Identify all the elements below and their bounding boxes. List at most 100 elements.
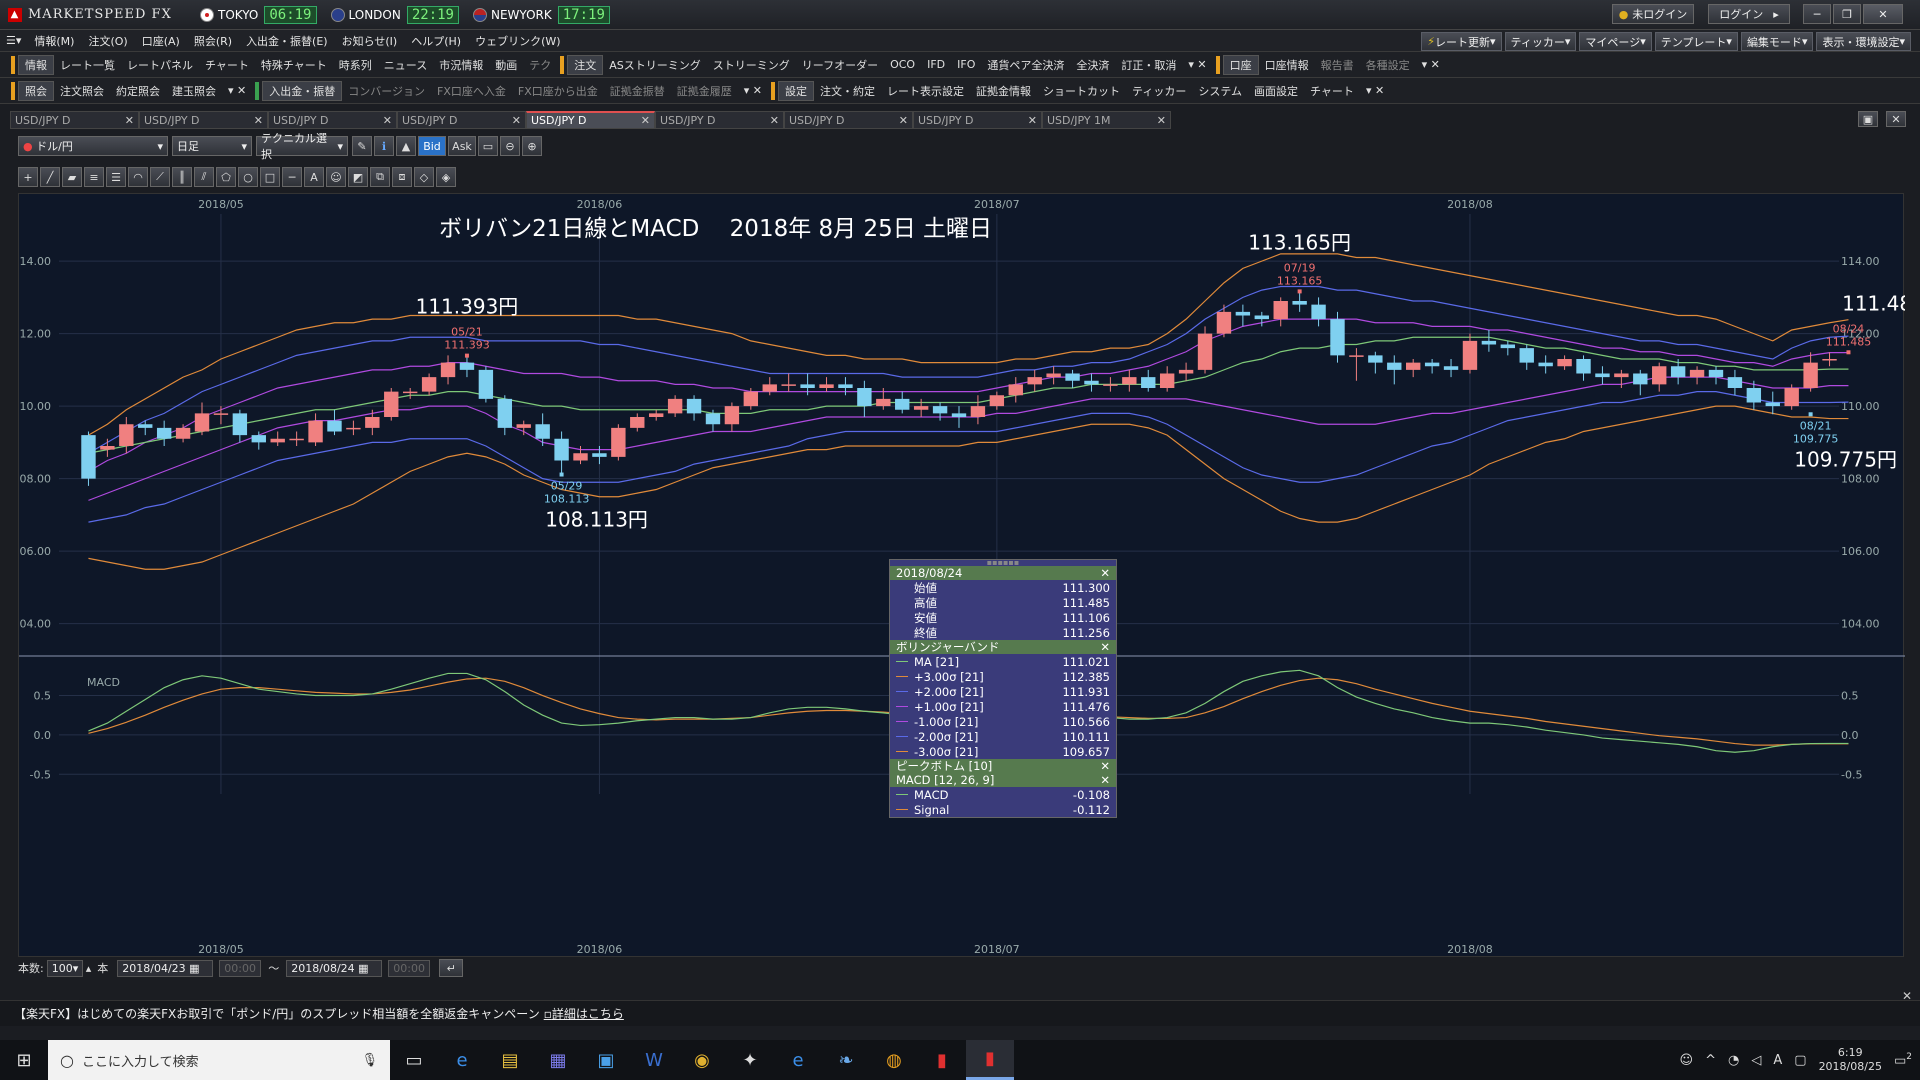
layer-icon[interactable]: ◩ [348,167,368,187]
tool-ticker[interactable]: ティッカー [1126,83,1192,99]
marketspeed-icon[interactable]: ▮ [918,1040,966,1080]
login-button[interactable]: ログイン ▸ [1708,4,1790,24]
tool-fx-withdraw[interactable]: FX口座から出金 [512,83,604,99]
pen-icon[interactable]: ✎ [352,136,372,156]
dropdown-icon[interactable]: ▾ ✕ [222,84,252,97]
count-input[interactable]: 100 ▾ [46,959,83,977]
vertical-lines-icon[interactable]: ║ [172,167,192,187]
menu-inquiry[interactable]: 照会(R) [187,33,239,49]
crosshair-icon[interactable]: + [18,167,38,187]
dropdown-icon[interactable]: ▾ ✕ [1416,58,1446,71]
word-icon[interactable]: W [630,1040,678,1080]
chart-tab[interactable]: USD/JPY D ✕ [10,111,139,129]
tool-margin-history[interactable]: 証拠金履歴 [671,83,738,99]
tool-fx-deposit[interactable]: FX口座へ入金 [431,83,512,99]
tool-all-settle[interactable]: 全決済 [1070,57,1115,73]
tool-margin-info[interactable]: 証拠金情報 [970,83,1037,99]
count-stepper-icon[interactable]: ▴ [86,962,92,975]
calculator-icon[interactable]: ▦ [534,1040,582,1080]
ime-icon[interactable]: A [1773,1053,1782,1068]
tool-settings[interactable]: 各種設定 [1360,57,1416,73]
fibonacci-arc-icon[interactable]: ◠ [128,167,148,187]
close-tab-icon[interactable]: ✕ [512,114,521,127]
tool-rate-display[interactable]: レート表示設定 [881,83,970,99]
windows-start-icon[interactable]: ⊞ [0,1040,48,1080]
tool-pair-settle[interactable]: 通貨ペア全決済 [981,57,1070,73]
tool-margin-transfer[interactable]: 証拠金振替 [604,83,671,99]
close-icon[interactable]: ✕ [1100,773,1110,787]
chart-type-icon[interactable]: ▭ [478,136,498,156]
feather-icon[interactable]: ❧ [822,1040,870,1080]
icon-stamp-icon[interactable]: ☺ [326,167,346,187]
tool-report[interactable]: 報告書 [1315,57,1360,73]
eraser-icon[interactable]: ◇ [414,167,434,187]
menu-order[interactable]: 注文(O) [81,33,134,49]
close-icon[interactable]: ✕ [1100,566,1110,580]
bird-icon[interactable]: ✦ [726,1040,774,1080]
close-window-button[interactable]: ✕ [1863,4,1903,24]
menu-help[interactable]: ヘルプ(H) [404,33,468,49]
chart-tab[interactable]: USD/JPY D ✕ [913,111,1042,129]
tool-news[interactable]: ニュース [378,57,433,73]
dropdown-icon[interactable]: ▾ ✕ [738,84,768,97]
copy-icon[interactable]: ⧉ [370,167,390,187]
tool-as-streaming[interactable]: ASストリーミング [603,57,707,73]
speaker-icon[interactable]: ◁ [1751,1053,1761,1068]
taskbar-clock[interactable]: 6:19 2018/08/25 [1819,1046,1882,1074]
tool-order-execution[interactable]: 注文・約定 [814,83,881,99]
circle-icon[interactable]: ○ [238,167,258,187]
microphone-icon[interactable]: 🎙 [361,1053,378,1068]
close-panel-icon[interactable]: ✕ [1886,111,1906,127]
close-tab-icon[interactable]: ✕ [254,114,263,127]
area-chart-icon[interactable]: ▲ [396,136,416,156]
template-button[interactable]: テンプレート ▾ [1654,32,1738,51]
tool-chart[interactable]: チャート [199,57,255,73]
notification-icon[interactable]: ▭2 [1894,1052,1912,1068]
bid-toggle[interactable]: Bid [418,136,446,156]
monitor-icon[interactable]: ▣ [582,1040,630,1080]
close-tab-icon[interactable]: ✕ [1028,114,1037,127]
period-select[interactable]: 日足 ▾ [172,136,252,156]
tool-ifd[interactable]: IFD [921,58,951,71]
chart-tab[interactable]: USD/JPY 1M ✕ [1042,111,1171,129]
tool-system[interactable]: システム [1192,83,1248,99]
tool-order-inquiry[interactable]: 注文照会 [54,83,110,99]
app-icon[interactable]: ◍ [870,1040,918,1080]
ask-toggle[interactable]: Ask [448,136,476,156]
tool-video[interactable]: 動画 [489,57,523,73]
currency-pair-select[interactable]: ● ドル/円 ▾ [18,136,168,156]
ticker-button[interactable]: ティッカー ▾ [1504,32,1577,51]
close-tab-icon[interactable]: ✕ [770,114,779,127]
chevron-up-icon[interactable]: ^ [1705,1053,1716,1068]
menu-deposit[interactable]: 入出金・振替(E) [239,33,335,49]
horizontal-lines-icon[interactable]: ☰ [106,167,126,187]
edit-mode-button[interactable]: 編集モード ▾ [1740,32,1814,51]
taskbar-search[interactable]: ○ ここに入力して検索 🎙 [48,1040,390,1080]
technical-select[interactable]: テクニカル選択 ▾ [256,132,348,161]
tool-market-info[interactable]: 市況情報 [433,57,489,73]
parallel-lines-icon[interactable]: ⫽ [194,167,214,187]
task-view-icon[interactable]: ▭ [390,1040,438,1080]
tool-time-series[interactable]: 時系列 [333,57,378,73]
calendar-icon[interactable]: ▦ [189,962,199,975]
tool-conversion[interactable]: コンバージョン [342,83,431,99]
people-icon[interactable]: ☺ [1680,1053,1694,1068]
close-icon[interactable]: ✕ [1100,640,1110,654]
tool-rate-list[interactable]: レート一覧 [54,57,121,73]
marketspeed-fx-icon[interactable]: ▮ [966,1040,1014,1080]
close-tab-icon[interactable]: ✕ [125,114,134,127]
news-link[interactable]: ▫詳細はこちら [544,1005,624,1022]
tool-ifo[interactable]: IFO [951,58,981,71]
chart-tab[interactable]: USD/JPY D ✕ [268,111,397,129]
pentagon-icon[interactable]: ⬠ [216,167,236,187]
action-icon[interactable]: ▢ [1794,1053,1806,1068]
tool-modify-cancel[interactable]: 訂正・取消 [1115,57,1182,73]
tool-execution-inquiry[interactable]: 約定照会 [110,83,166,99]
close-tab-icon[interactable]: ✕ [641,114,650,127]
close-tab-icon[interactable]: ✕ [383,114,392,127]
menu-weblink[interactable]: ウェブリンク(W) [468,33,567,49]
zoom-out-icon[interactable]: ⊖ [500,136,520,156]
menu-notice[interactable]: お知らせ(I) [335,33,405,49]
end-time-input[interactable]: 00:00 [388,959,431,977]
network-icon[interactable]: ◔ [1728,1053,1739,1068]
